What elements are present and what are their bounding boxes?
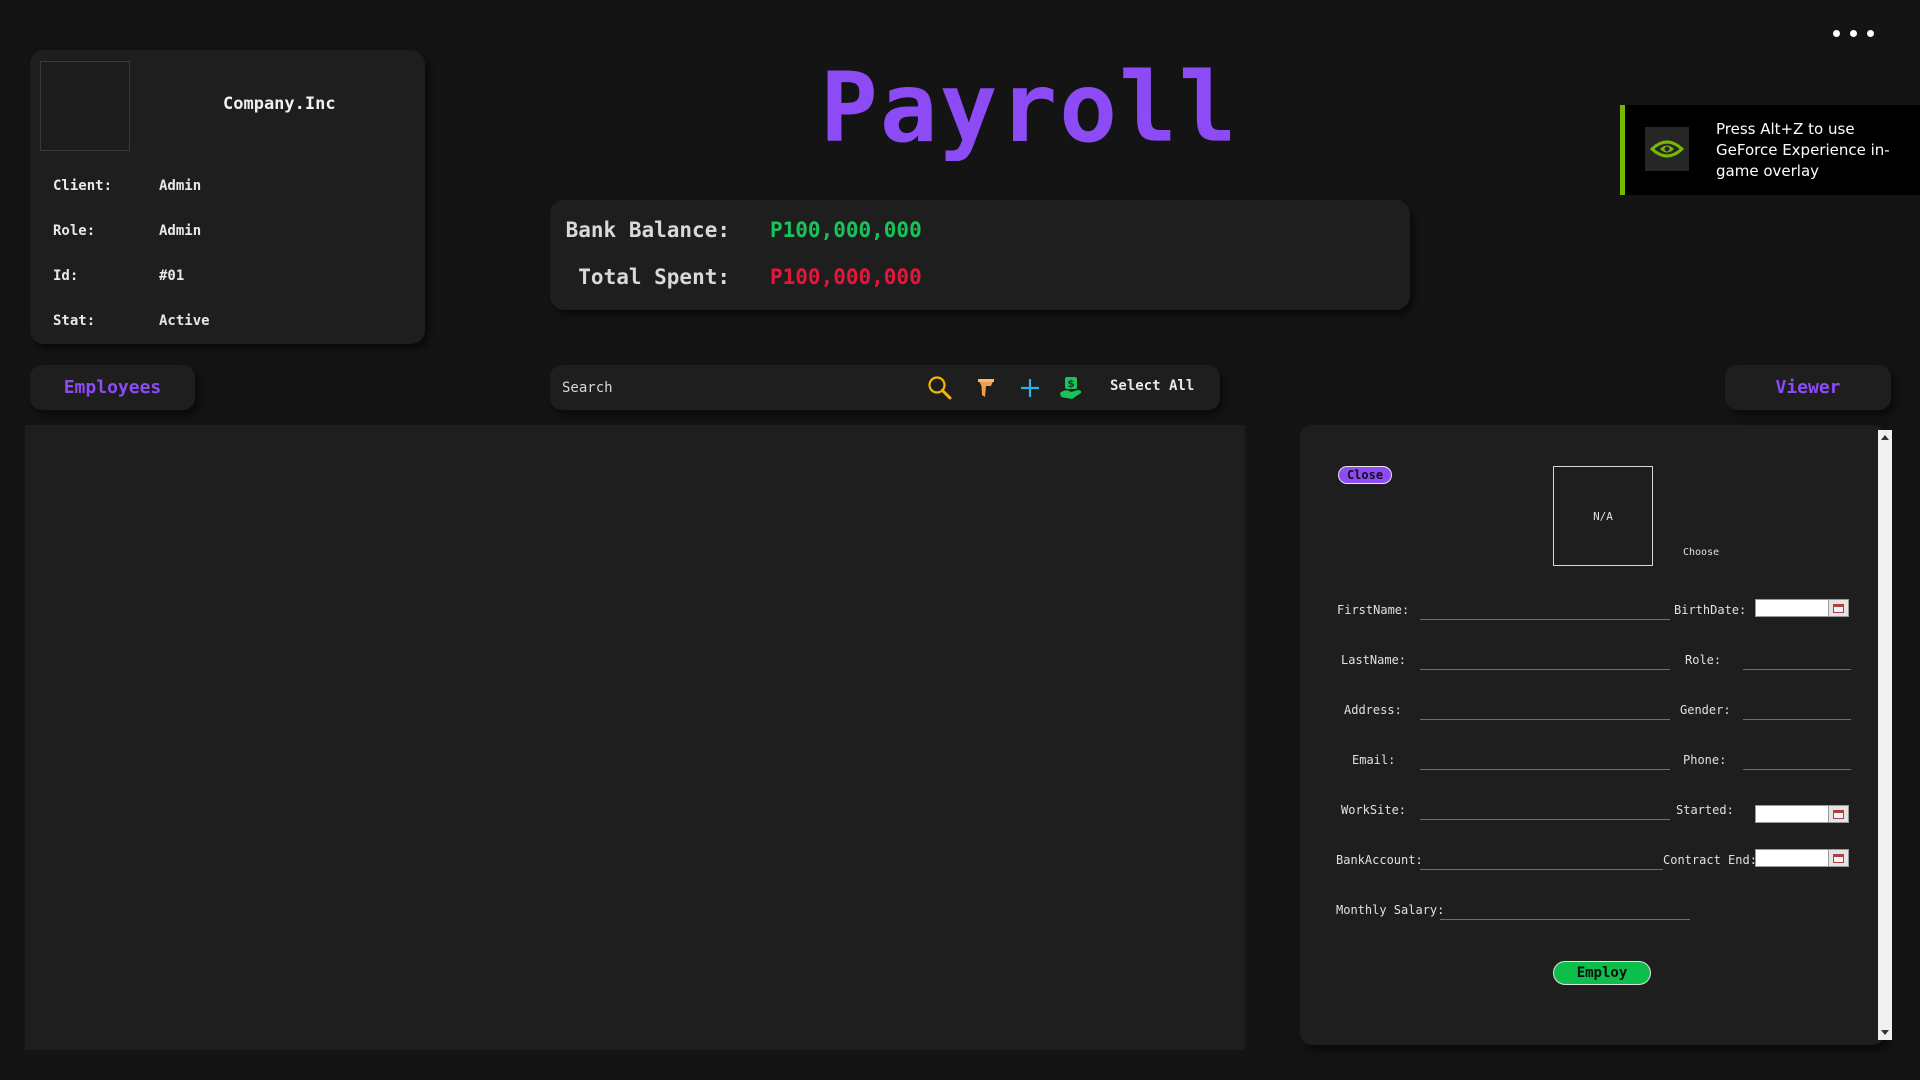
- role-label: Role:: [1685, 653, 1722, 667]
- total-spent-row: Total Spent: P100,000,000: [560, 265, 922, 289]
- role-field[interactable]: [1743, 650, 1851, 670]
- address-field[interactable]: [1420, 700, 1670, 720]
- more-options-icon[interactable]: [1833, 30, 1874, 37]
- bank-balance-label: Bank Balance:: [565, 218, 730, 242]
- add-icon[interactable]: [1017, 375, 1043, 401]
- phone-field[interactable]: [1743, 750, 1851, 770]
- balance-panel: Bank Balance: P100,000,000 Total Spent: P1…: [550, 200, 1410, 310]
- contract-end-date-picker[interactable]: [1755, 849, 1849, 867]
- started-label: Started:: [1676, 803, 1734, 817]
- info-label: Client:: [53, 178, 113, 194]
- select-all-button[interactable]: Select All: [1110, 378, 1194, 394]
- employ-button[interactable]: Employ: [1553, 961, 1651, 985]
- search-icon[interactable]: [927, 375, 953, 401]
- address-label: Address:: [1344, 703, 1402, 717]
- bankaccount-field[interactable]: [1420, 850, 1663, 870]
- company-name: Company.Inc: [223, 94, 336, 114]
- svg-text:$: $: [1068, 379, 1075, 390]
- total-spent-value: P100,000,000: [770, 265, 922, 289]
- monthly-salary-label: Monthly Salary:: [1336, 903, 1445, 917]
- gender-label: Gender:: [1680, 703, 1731, 717]
- lastname-field[interactable]: [1420, 650, 1670, 670]
- scroll-down-icon[interactable]: [1880, 1028, 1890, 1038]
- monthly-salary-field[interactable]: [1440, 900, 1690, 920]
- employee-photo: N/A: [1553, 466, 1653, 566]
- viewer-scrollbar[interactable]: [1878, 430, 1892, 1040]
- bankaccount-label: BankAccount:: [1336, 853, 1423, 867]
- info-label: Stat:: [53, 313, 96, 329]
- info-value: Admin: [159, 223, 202, 239]
- close-button[interactable]: Close: [1338, 466, 1392, 484]
- tab-employees[interactable]: Employees: [30, 365, 195, 410]
- employee-list[interactable]: [25, 425, 1245, 1050]
- nvidia-logo-icon: [1645, 127, 1689, 171]
- geforce-overlay-notification: Press Alt+Z to use GeForce Experience in…: [1620, 105, 1920, 195]
- info-value: #01: [159, 268, 185, 284]
- overlay-message: Press Alt+Z to use GeForce Experience in…: [1716, 120, 1890, 180]
- firstname-field[interactable]: [1420, 600, 1670, 620]
- company-card: Company.Inc Client: Admin Role: Admin Id: #…: [30, 50, 425, 344]
- info-row-id: Id: #01: [53, 268, 184, 284]
- email-field[interactable]: [1420, 750, 1670, 770]
- choose-photo-button[interactable]: Choose: [1683, 547, 1719, 558]
- bank-balance-value: P100,000,000: [770, 218, 922, 242]
- info-row-stat: Stat: Active: [53, 313, 210, 329]
- calendar-icon[interactable]: [1828, 850, 1848, 866]
- contract-end-label: Contract End:: [1663, 853, 1757, 867]
- payment-icon[interactable]: $: [1058, 375, 1084, 401]
- phone-label: Phone:: [1683, 753, 1727, 767]
- info-label: Role:: [53, 223, 96, 239]
- info-row-role: Role: Admin: [53, 223, 201, 239]
- viewer-panel: Close N/A Choose FirstName: LastName: Ad…: [1300, 425, 1885, 1045]
- info-value: Admin: [159, 178, 202, 194]
- lastname-label: LastName:: [1341, 653, 1407, 667]
- email-label: Email:: [1352, 753, 1396, 767]
- calendar-icon[interactable]: [1828, 806, 1848, 822]
- info-row-client: Client: Admin: [53, 178, 201, 194]
- calendar-icon[interactable]: [1828, 600, 1848, 616]
- search-toolbar: $ Select All: [550, 365, 1220, 410]
- bank-balance-row: Bank Balance: P100,000,000: [560, 218, 922, 242]
- total-spent-label: Total Spent:: [578, 265, 730, 289]
- page-title: Payroll: [820, 52, 1239, 164]
- birthdate-label: BirthDate:: [1674, 603, 1747, 617]
- info-label: Id:: [53, 268, 79, 284]
- firstname-label: FirstName:: [1337, 603, 1410, 617]
- gender-field[interactable]: [1743, 700, 1851, 720]
- tab-viewer[interactable]: Viewer: [1725, 365, 1891, 410]
- worksite-label: WorkSite:: [1341, 803, 1407, 817]
- company-logo[interactable]: [40, 61, 130, 151]
- photo-placeholder: N/A: [1593, 509, 1613, 523]
- scroll-up-icon[interactable]: [1880, 432, 1890, 442]
- info-value: Active: [159, 313, 210, 329]
- filter-icon[interactable]: [974, 375, 1000, 401]
- birthdate-picker[interactable]: [1755, 599, 1849, 617]
- search-input[interactable]: [562, 373, 892, 403]
- started-date-picker[interactable]: [1755, 805, 1849, 823]
- worksite-field[interactable]: [1420, 800, 1670, 820]
